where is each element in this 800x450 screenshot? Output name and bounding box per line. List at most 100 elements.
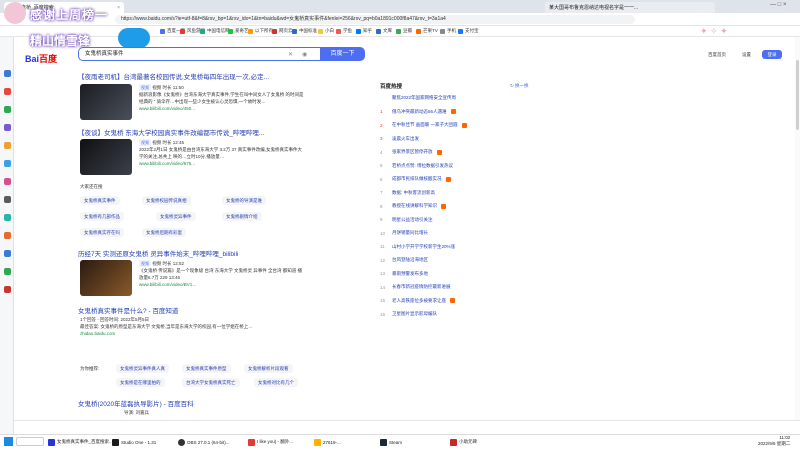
address-bar[interactable]: https://www.baidu.com/s?ie=utf-8&f=8&rsv…	[115, 15, 635, 24]
taskbar-item[interactable]: Steam	[380, 437, 402, 447]
bookmark-icon	[248, 28, 253, 34]
app-icon[interactable]	[4, 250, 11, 257]
suggestion-chip[interactable]: 女鬼桥有几部作品	[80, 212, 124, 221]
related-chip[interactable]: 女鬼桥对比有几个	[254, 378, 298, 387]
system-clock[interactable]: 11:02 2022/9/6 星期二	[758, 435, 790, 447]
bookmark-item[interactable]: 中国电信网	[200, 28, 230, 34]
hotlist-item[interactable]: 聚焦2022年国家网络安全宣传周	[380, 95, 456, 101]
refresh-link[interactable]: ↻ 换一换	[510, 83, 529, 89]
bookmark-item[interactable]: 豆瓣	[396, 28, 412, 34]
hotlist-item[interactable]: 9 明星公益活动引关注	[380, 217, 433, 223]
result-snippet: 1个回答 - 回答时间: 2022年5月5日 最佳答案: 女鬼桥的原型是东海大学…	[80, 317, 253, 336]
related-chip[interactable]: 台湾大学女鬼桥真实死亡	[182, 378, 240, 387]
app-icon[interactable]	[4, 106, 11, 113]
bookmark-item[interactable]: 知乎	[356, 28, 372, 34]
video-thumbnail[interactable]	[80, 139, 132, 175]
suggestion-chip[interactable]: 女鬼桥后期有彩蛋	[142, 228, 186, 237]
result-source[interactable]: zhidao.baidu.com	[80, 331, 115, 336]
hotlist-item[interactable]: 1 俄乌冲突最新动态56人遇难	[380, 109, 456, 115]
clear-icon[interactable]: ✕	[288, 51, 293, 58]
app-icon[interactable]	[4, 286, 11, 293]
hotlist-item[interactable]: 2 在中秋佳节 画面暖 一家子大团圆	[380, 122, 467, 128]
suggestion-chip[interactable]: 女鬼桥的导演是谁	[222, 196, 266, 205]
app-icon[interactable]	[4, 196, 11, 203]
video-thumbnail[interactable]	[80, 260, 132, 296]
hotlist-text: 台风登陆沿海地区	[392, 257, 428, 262]
hotlist-item[interactable]: 14 长春市新冠疫情防控最新进展	[380, 284, 451, 290]
window-controls[interactable]: — □ ×	[770, 2, 786, 8]
result-title[interactable]: 历经7天 实测还原女鬼桥 灵异事件始末_哔哩哔哩_bilibili	[78, 248, 238, 258]
hot-badge-icon	[461, 122, 467, 128]
bookmark-item[interactable]: 芒果TV	[416, 28, 438, 34]
app-icon[interactable]	[4, 124, 11, 131]
hotlist-item[interactable]: 8 教授在线讲解科学知识	[380, 203, 446, 209]
suggestion-chip[interactable]: 女鬼桥真实事件	[80, 196, 120, 205]
hotlist-item[interactable]: 7 数据: 中秋客流创新高	[380, 190, 435, 196]
suggestion-chip[interactable]: 女鬼桥灵异事件	[156, 212, 196, 221]
taskbar-item[interactable]: I like you) - 翻外...	[248, 437, 293, 447]
bookmark-item[interactable]: 支付宝	[458, 28, 479, 34]
tab-label: 某大国哥布鲁克恩纳达电视名字是一一...	[549, 5, 639, 11]
camera-icon[interactable]: ◉	[302, 51, 307, 58]
hotlist-item[interactable]: 11 山村小学开学学校新学生20%涨	[380, 244, 455, 250]
bookmark-item[interactable]: 小白	[318, 28, 334, 34]
hotlist-text: 教授在线讲解科学知识	[392, 203, 437, 208]
bookmark-item[interactable]: 网页云	[272, 28, 293, 34]
hotlist-item[interactable]: 12 台风登陆沿海地区	[380, 257, 428, 263]
taskbar-item[interactable]: 小助元碑	[450, 437, 477, 447]
hotlist-item[interactable]: 4 张家界景区暂停开放	[380, 149, 442, 155]
taskbar-search-icon[interactable]	[16, 437, 44, 446]
hotlist-item[interactable]: 16 卫星图片显示航母编队	[380, 311, 437, 317]
hotlist-item[interactable]: 3 凌晨火车出发	[380, 136, 419, 142]
taskbar-item[interactable]: Studio One - 1.31	[112, 437, 156, 447]
suggestion-chip[interactable]: 女鬼桥真实存在吗	[80, 228, 124, 237]
related-chip[interactable]: 女鬼桥灵异事件真人真	[116, 364, 169, 373]
app-icon[interactable]	[4, 160, 11, 167]
taskbar-item[interactable]: 女鬼桥真实事件_百度搜索...	[48, 437, 113, 447]
app-icon[interactable]	[4, 268, 11, 275]
hotlist-item[interactable]: 5 若桥点点赞: 博拉数据引发热议	[380, 163, 453, 169]
status-bar	[14, 420, 800, 434]
search-button[interactable]: 百度一下	[320, 47, 365, 61]
bookmark-item[interactable]: 爱奇艺	[228, 28, 249, 34]
hotlist-item[interactable]: 6 成都市民排队做核酸实况	[380, 176, 451, 182]
video-thumbnail[interactable]	[80, 84, 132, 120]
app-icon[interactable]	[4, 70, 11, 77]
result-title[interactable]: 【夜雨老司机】台湾最著名校园传说,女鬼桥每四年出现一次,必定...	[78, 71, 269, 81]
bookmark-item[interactable]: 手机	[440, 28, 456, 34]
tab-second[interactable]: 某大国哥布鲁克恩纳达电视名字是一一...	[545, 2, 715, 13]
login-button[interactable]: 登录	[762, 50, 782, 59]
scrollbar-thumb[interactable]	[796, 60, 799, 130]
hotlist-item[interactable]: 10 月饼销量同比增长	[380, 230, 428, 236]
hotlist-item[interactable]: 15 老人高铁座位多被要求让座	[380, 298, 455, 304]
app-icon[interactable]	[4, 142, 11, 149]
result-title[interactable]: 【夜谈】女鬼桥 东海大学校园真实事件改编都市传说_哔哩哔哩...	[78, 127, 264, 137]
related-chip[interactable]: 女鬼桥真实事件原型	[182, 364, 231, 373]
result-source[interactable]: www.bilibili.com/video/450...	[139, 106, 195, 111]
close-icon[interactable]: ×	[117, 5, 120, 11]
suggestion-chip[interactable]: 女鬼桥剧情介绍	[222, 212, 262, 221]
bookmark-item[interactable]: 文库	[376, 28, 392, 34]
app-icon[interactable]	[4, 232, 11, 239]
result-source[interactable]: www.bilibili.com/video/675...	[139, 161, 195, 166]
taskbar-item[interactable]: 27619-...	[314, 437, 341, 447]
taskbar-item[interactable]: OBS 27.0.1 (64-bit)...	[178, 437, 230, 447]
bookmark-icon	[396, 28, 401, 34]
app-icon[interactable]	[4, 214, 11, 221]
bookmark-item[interactable]: 以下所有	[248, 28, 273, 34]
related-chip[interactable]: 女鬼桥是在哪里拍的	[116, 378, 165, 387]
bookmark-item[interactable]: 学鱼	[336, 28, 352, 34]
nav-settings-link[interactable]: 设置	[742, 52, 751, 58]
hotlist-item[interactable]: 13 暴雨预警发布多地	[380, 271, 428, 277]
app-icon[interactable]	[4, 178, 11, 185]
result-source[interactable]: www.bilibili.com/video/BV1...	[139, 282, 196, 287]
result-title[interactable]: 女鬼桥真实事件是什么? - 百度知道	[78, 305, 178, 315]
app-icon[interactable]	[4, 88, 11, 95]
start-icon[interactable]	[4, 437, 13, 446]
baidu-logo[interactable]: Bai百度	[25, 52, 57, 65]
suggestion-chip[interactable]: 女鬼桥校园传说真相	[142, 196, 191, 205]
related-chip[interactable]: 女鬼桥解析片段观看	[244, 364, 293, 373]
bookmark-item[interactable]: 中国标准	[292, 28, 317, 34]
nav-home-link[interactable]: 百度首页	[708, 52, 726, 58]
result-title[interactable]: 女鬼桥(2020年蓝磊执导影片) - 百度百科	[78, 398, 194, 408]
